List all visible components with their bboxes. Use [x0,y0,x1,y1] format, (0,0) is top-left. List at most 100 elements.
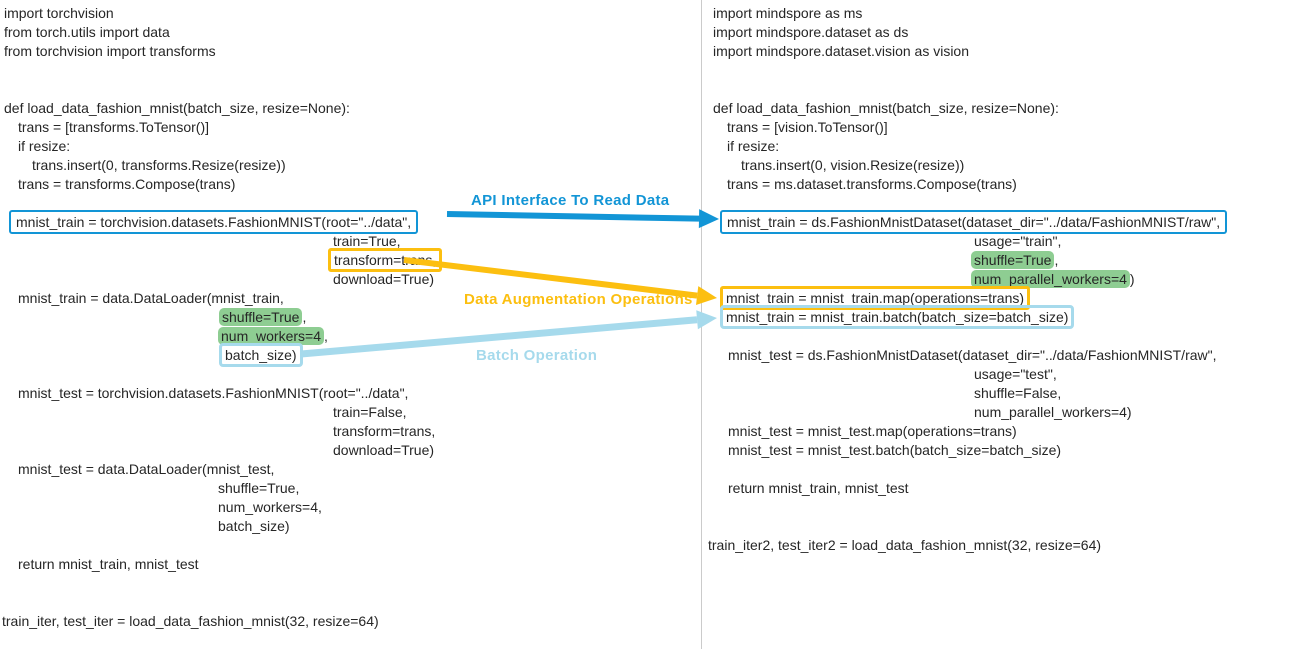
code-line: usage="train", [701,232,1290,251]
pytorch-code-panel: import torchvision from torch.utils impor… [0,0,701,631]
code-line: transform=trans, [0,422,701,441]
code-line: def load_data_fashion_mnist(batch_size, … [0,99,701,118]
code-text: return mnist_train, mnist_test [728,480,909,496]
code-text: import mindspore as ms [713,5,862,21]
code-text: mnist_test = mnist_test.batch(batch_size… [728,442,1061,458]
code-text: trans = ms.dataset.transforms.Compose(tr… [727,176,1017,192]
code-text: train_iter, test_iter = load_data_fashio… [2,613,379,629]
code-text: num_workers=4, [218,499,322,515]
code-line [0,365,701,384]
code-line: trans.insert(0, transforms.Resize(resize… [0,156,701,175]
code-text: trans.insert(0, vision.Resize(resize)) [741,157,964,173]
code-line: mnist_test = torchvision.datasets.Fashio… [0,384,701,403]
code-line: import mindspore as ms [701,4,1290,23]
code-line: shuffle=False, [701,384,1290,403]
code-text: mnist_train = data.DataLoader(mnist_trai… [18,290,284,306]
code-text: mnist_test = torchvision.datasets.Fashio… [18,385,408,401]
code-line: shuffle=True, [701,251,1290,270]
code-text: , [324,328,328,344]
code-text: def load_data_fashion_mnist(batch_size, … [713,100,1059,116]
code-text: trans = [transforms.ToTensor()] [18,119,209,135]
code-hl-green: shuffle=True [971,251,1054,269]
code-line [0,574,701,593]
code-text: batch_size) [218,518,290,534]
code-line: from torch.utils import data [0,23,701,42]
code-box-blue: mnist_train = ds.FashionMnistDataset(dat… [720,210,1227,234]
code-line: trans.insert(0, vision.Resize(resize)) [701,156,1290,175]
code-text: num_parallel_workers=4) [974,404,1132,420]
code-text: train=True, [333,233,401,249]
code-line: mnist_test = ds.FashionMnistDataset(data… [701,346,1290,365]
code-text: transform=trans, [333,423,435,439]
code-line: mnist_test = mnist_test.map(operations=t… [701,422,1290,441]
code-text: trans = [vision.ToTensor()] [727,119,888,135]
code-line: import mindspore.dataset as ds [701,23,1290,42]
code-text: download=True) [333,271,434,287]
code-text: from torch.utils import data [4,24,170,40]
code-line: trans = [transforms.ToTensor()] [0,118,701,137]
code-text: from torchvision import transforms [4,43,216,59]
batch-operation-label: Batch Operation [476,347,597,364]
code-line: train_iter2, test_iter2 = load_data_fash… [701,536,1290,555]
code-line: num_workers=4, [0,327,701,346]
code-line: trans = ms.dataset.transforms.Compose(tr… [701,175,1290,194]
api-interface-label: API Interface To Read Data [471,192,669,209]
code-line: return mnist_train, mnist_test [701,479,1290,498]
code-line: mnist_test = data.DataLoader(mnist_test, [0,460,701,479]
code-text: mnist_test = mnist_test.map(operations=t… [728,423,1017,439]
code-line: batch_size) [0,517,701,536]
code-line: usage="test", [701,365,1290,384]
code-line: mnist_train = torchvision.datasets.Fashi… [0,213,701,232]
code-text: trans = transforms.Compose(trans) [18,176,235,192]
code-line: num_parallel_workers=4) [701,403,1290,422]
code-box-blue: mnist_train = torchvision.datasets.Fashi… [9,210,418,234]
code-line: shuffle=True, [0,479,701,498]
code-line: shuffle=True, [0,308,701,327]
code-text: return mnist_train, mnist_test [18,556,199,572]
mindspore-code-panel: import mindspore as ms import mindspore.d… [701,0,1290,555]
code-line: mnist_train = ds.FashionMnistDataset(dat… [701,213,1290,232]
code-line: if resize: [701,137,1290,156]
code-line [0,593,701,612]
code-text: mnist_test = data.DataLoader(mnist_test, [18,461,274,477]
code-line [701,498,1290,517]
code-line: train=False, [0,403,701,422]
code-text: trans.insert(0, transforms.Resize(resize… [32,157,286,173]
code-comparison-canvas: import torchvision from torch.utils impor… [0,0,1290,649]
code-line [0,80,701,99]
code-text: if resize: [18,138,70,154]
code-hl-green: shuffle=True [219,308,302,326]
code-line [701,80,1290,99]
code-line: import torchvision [0,4,701,23]
code-box-cyan: batch_size) [219,343,303,367]
code-line: mnist_test = mnist_test.batch(batch_size… [701,441,1290,460]
code-text: download=True) [333,442,434,458]
code-text: mnist_test = ds.FashionMnistDataset(data… [728,347,1216,363]
code-line [701,327,1290,346]
code-box-yellow: transform=trans, [328,248,442,272]
code-text: import mindspore.dataset as ds [713,24,908,40]
code-text: usage="train", [974,233,1061,249]
code-line: download=True) [0,270,701,289]
code-line [701,61,1290,80]
code-line: return mnist_train, mnist_test [0,555,701,574]
code-box-cyan: mnist_train = mnist_train.batch(batch_si… [720,305,1074,329]
code-text: train_iter2, test_iter2 = load_data_fash… [708,537,1101,553]
code-line [0,61,701,80]
code-line: if resize: [0,137,701,156]
code-line [701,517,1290,536]
code-text: import mindspore.dataset.vision as visio… [713,43,969,59]
code-text: shuffle=False, [974,385,1061,401]
code-line: num_workers=4, [0,498,701,517]
code-line: from torchvision import transforms [0,42,701,61]
code-text: usage="test", [974,366,1057,382]
code-text: , [1054,252,1058,268]
code-line: train_iter, test_iter = load_data_fashio… [0,612,701,631]
data-augmentation-label: Data Augmentation Operations [464,291,693,308]
code-text: import torchvision [4,5,114,21]
code-text: , [302,309,306,325]
code-line: import mindspore.dataset.vision as visio… [701,42,1290,61]
code-line [701,460,1290,479]
code-text: if resize: [727,138,779,154]
code-text: ) [1130,271,1135,287]
